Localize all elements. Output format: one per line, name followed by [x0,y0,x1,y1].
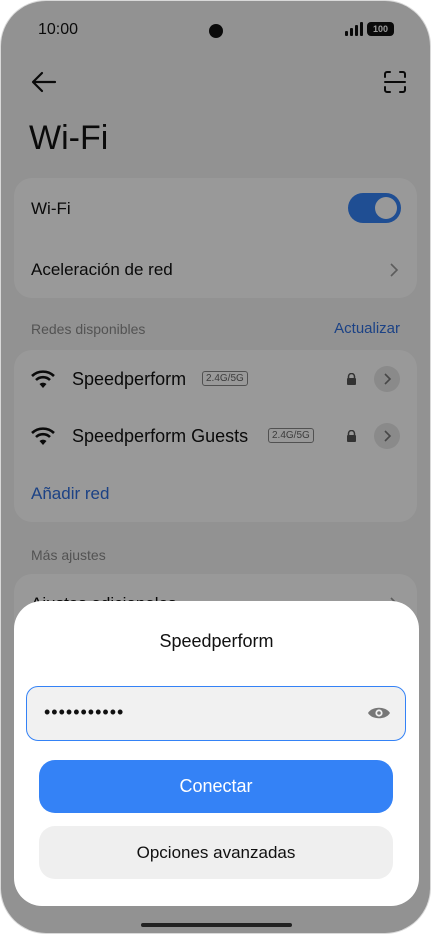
password-dialog: Speedperform ••••••••••• Conectar Opcion… [14,601,419,906]
phone-screen: 10:00 100 Wi-Fi Wi-Fi Aceleración de red… [0,0,431,934]
password-value: ••••••••••• [44,702,125,722]
connect-button[interactable]: Conectar [39,760,393,813]
home-indicator[interactable] [141,923,292,927]
advanced-options-button[interactable]: Opciones avanzadas [39,826,393,879]
eye-icon[interactable] [367,704,391,722]
dialog-title: Speedperform [159,631,274,651]
password-input[interactable]: ••••••••••• [26,686,406,741]
